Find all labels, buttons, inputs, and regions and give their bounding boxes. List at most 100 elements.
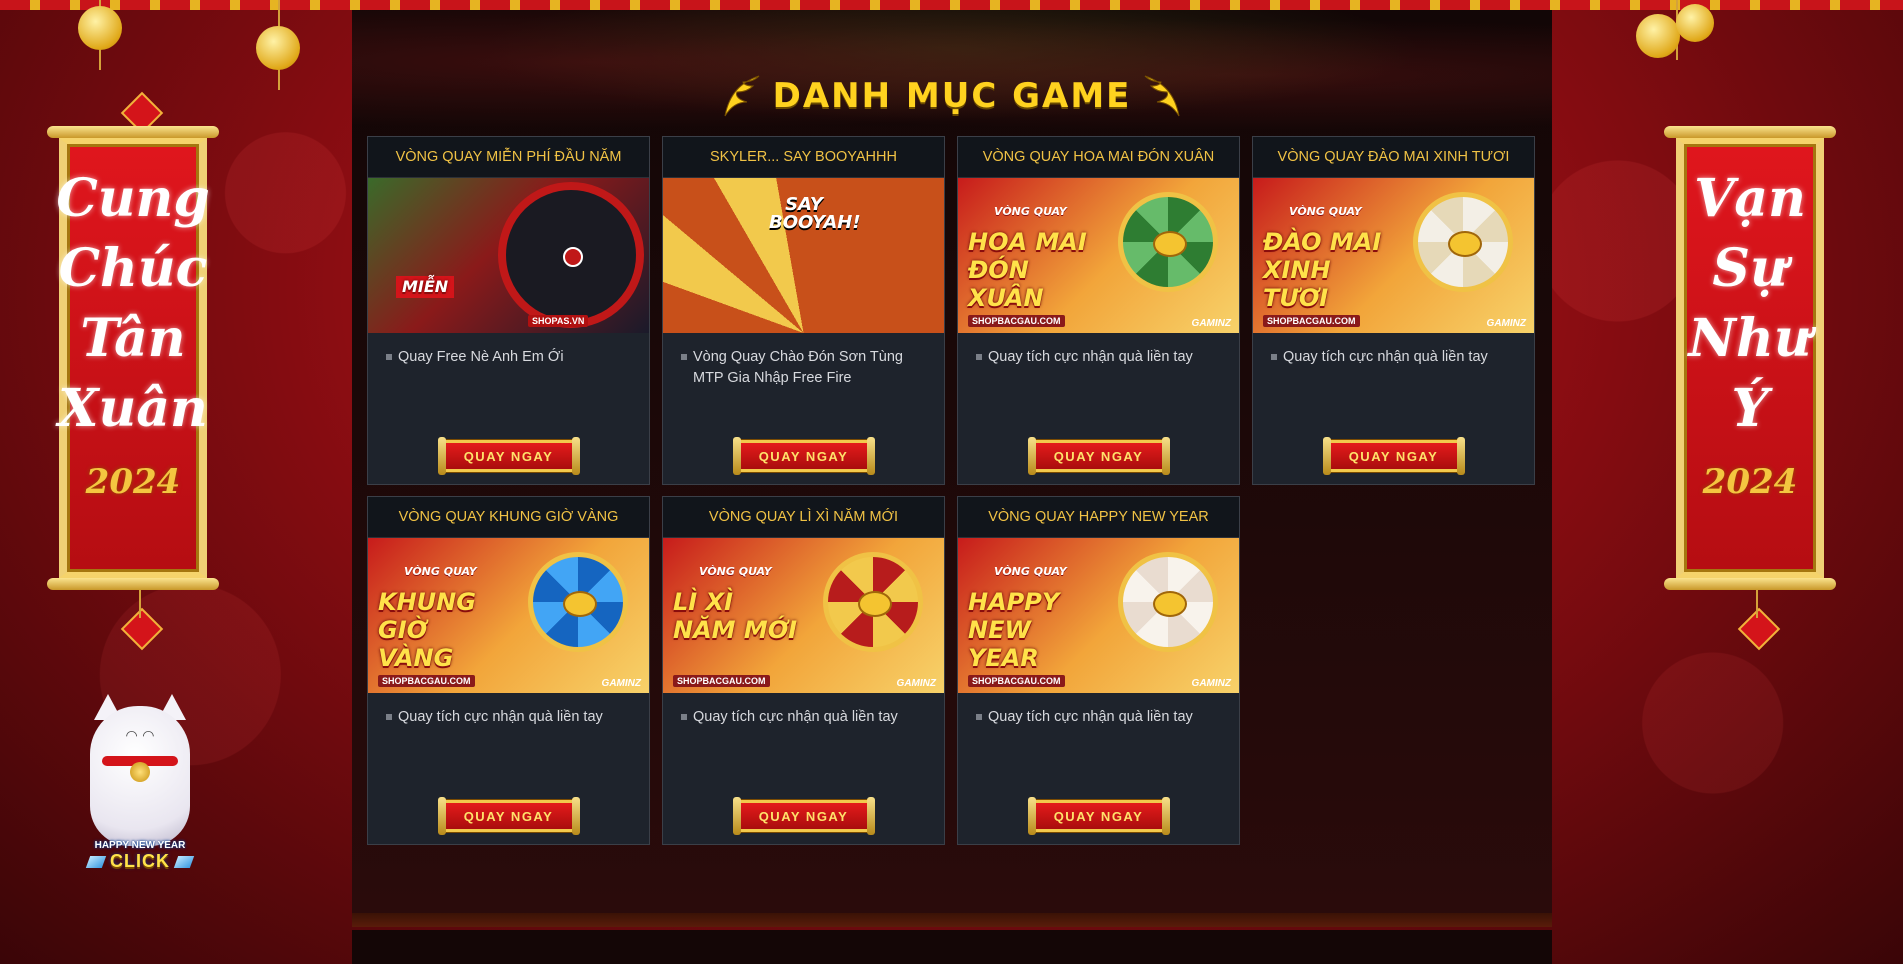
lantern-icon: [78, 6, 122, 50]
art-domain: SHOPBACGAU.COM: [378, 675, 475, 687]
wheel-icon: [1118, 192, 1218, 292]
banner-line: Như: [1688, 308, 1812, 369]
art-main-text: HAPPY NEW YEAR: [968, 588, 1060, 672]
banner-year: 2024: [1702, 462, 1798, 502]
art-domain: SHOPBACGAU.COM: [968, 675, 1065, 687]
card-title: VÒNG QUAY HAPPY NEW YEAR: [958, 497, 1239, 538]
spin-now-button[interactable]: QUAY NGAY: [437, 797, 580, 835]
banner-line: Vạn: [1694, 168, 1806, 229]
wheel-hub: [1153, 231, 1187, 257]
wheel-icon: [1118, 552, 1218, 652]
cat-caption-small: HAPPY NEW YEAR: [94, 840, 186, 851]
banner-line: Tân: [80, 308, 186, 369]
section-title: DANH MỤC GAME: [352, 72, 1552, 120]
wheel-icon: [1413, 192, 1513, 292]
art-domain: SHOPAS.VN: [528, 315, 589, 327]
art-main-text: LÌ XÌ NĂM MỚI: [673, 588, 798, 644]
left-greeting-banner: Cung Chúc Tân Xuân 2024: [47, 126, 219, 590]
banner-line: Xuân: [58, 378, 208, 439]
art-top-text: VÒNG QUAY: [699, 565, 772, 578]
banner-line: Cung: [56, 168, 210, 229]
art-domain: SHOPBACGAU.COM: [673, 675, 770, 687]
card-thumbnail[interactable]: VÒNG QUAY LÌ XÌ NĂM MỚI SHOPBACGAU.COM G…: [663, 538, 944, 693]
art-top-text: VÒNG QUAY: [994, 565, 1067, 578]
art-top-text: VÒNG QUAY: [1289, 205, 1362, 218]
art-domain: SHOPBACGAU.COM: [1263, 315, 1360, 327]
game-card[interactable]: SKYLER... SAY BOOYAHHH SAY BOOYAH! Vòng …: [662, 136, 945, 485]
banner-year: 2024: [85, 462, 181, 502]
card-description: Quay tích cực nhận quà liền tay: [976, 347, 1221, 427]
cat-face-icon: ◠ ◠: [125, 728, 155, 744]
section-title-text: DANH MỤC GAME: [772, 76, 1132, 116]
card-thumbnail[interactable]: VÒNG QUAY HAPPY NEW YEAR SHOPBACGAU.COM …: [958, 538, 1239, 693]
spin-now-button[interactable]: QUAY NGAY: [1322, 437, 1465, 475]
cat-caption-big: CLICK: [74, 851, 206, 872]
banner-rod: [1664, 578, 1836, 590]
spin-now-button[interactable]: QUAY NGAY: [1027, 797, 1170, 835]
wheel-icon: [823, 552, 923, 652]
card-title: SKYLER... SAY BOOYAHHH: [663, 137, 944, 178]
card-thumbnail[interactable]: MIỄN SHOPAS.VN: [368, 178, 649, 333]
card-title: VÒNG QUAY ĐÀO MAI XINH TƯƠI: [1253, 137, 1534, 178]
wheel-hub: [858, 591, 892, 617]
card-thumbnail[interactable]: SAY BOOYAH!: [663, 178, 944, 333]
art-brand: GAMINZ: [896, 678, 936, 689]
art-brand: GAMINZ: [1486, 318, 1526, 329]
art-top-text: VÒNG QUAY: [404, 565, 477, 578]
card-thumbnail[interactable]: VÒNG QUAY HOA MAI ĐÓN XUÂN SHOPBACGAU.CO…: [958, 178, 1239, 333]
card-description: Vòng Quay Chào Đón Sơn Tùng MTP Gia Nhập…: [681, 347, 926, 427]
spin-now-button[interactable]: QUAY NGAY: [1027, 437, 1170, 475]
banner-line: Chúc: [58, 238, 208, 299]
art-brand: GAMINZ: [601, 678, 641, 689]
lantern-icon: [1636, 14, 1680, 58]
banner-line: Sự: [1712, 238, 1788, 299]
card-description: Quay Free Nè Anh Em Ới: [386, 347, 631, 427]
banner-rod: [47, 126, 219, 138]
knot-string: [139, 590, 141, 618]
banner-rod: [1664, 126, 1836, 138]
game-card[interactable]: VÒNG QUAY HOA MAI ĐÓN XUÂN VÒNG QUAY HOA…: [957, 136, 1240, 485]
art-main-text: HOA MAI ĐÓN XUÂN: [968, 228, 1087, 312]
panel-footer-border: [352, 913, 1552, 927]
diamond-icon: [85, 856, 107, 869]
lantern-icon: [1676, 4, 1714, 42]
card-title: VÒNG QUAY HOA MAI ĐÓN XUÂN: [958, 137, 1239, 178]
art-top-text: SAY BOOYAH!: [769, 194, 861, 233]
card-description: Quay tích cực nhận quà liền tay: [1271, 347, 1516, 427]
game-card[interactable]: VÒNG QUAY MIỄN PHÍ ĐẦU NĂM MIỄN SHOPAS.V…: [367, 136, 650, 485]
art-main-text: ĐÀO MAI XINH TƯƠI: [1263, 228, 1382, 312]
banner-line: Ý: [1731, 378, 1769, 439]
card-title: VÒNG QUAY KHUNG GIỜ VÀNG: [368, 497, 649, 538]
spin-now-button[interactable]: QUAY NGAY: [437, 437, 580, 475]
game-card[interactable]: VÒNG QUAY HAPPY NEW YEAR VÒNG QUAY HAPPY…: [957, 496, 1240, 845]
diamond-icon: [173, 856, 195, 869]
next-section: [352, 930, 1552, 964]
art-main-text: MIỄN: [396, 276, 455, 298]
card-title: VÒNG QUAY LÌ XÌ NĂM MỚI: [663, 497, 944, 538]
game-card[interactable]: VÒNG QUAY LÌ XÌ NĂM MỚI VÒNG QUAY LÌ XÌ …: [662, 496, 945, 845]
wheel-icon: [498, 182, 644, 328]
game-card[interactable]: VÒNG QUAY ĐÀO MAI XINH TƯƠI VÒNG QUAY ĐÀ…: [1252, 136, 1535, 485]
card-thumbnail[interactable]: VÒNG QUAY ĐÀO MAI XINH TƯƠI SHOPBACGAU.C…: [1253, 178, 1534, 333]
click-label: CLICK: [110, 851, 170, 871]
knot-string: [1756, 590, 1758, 618]
wheel-hub: [1153, 591, 1187, 617]
card-description: Quay tích cực nhận quà liền tay: [681, 707, 926, 787]
art-brand: GAMINZ: [1191, 318, 1231, 329]
spin-now-button[interactable]: QUAY NGAY: [732, 437, 875, 475]
card-title: VÒNG QUAY MIỄN PHÍ ĐẦU NĂM: [368, 137, 649, 178]
wheel-hub: [563, 591, 597, 617]
game-category-panel: DANH MỤC GAME VÒNG QUAY MIỄN PHÍ ĐẦU NĂM…: [352, 10, 1552, 913]
card-thumbnail[interactable]: VÒNG QUAY KHUNG GIỜ VÀNG SHOPBACGAU.COM …: [368, 538, 649, 693]
lantern-icon: [256, 26, 300, 70]
right-wing-icon: [1145, 75, 1180, 117]
art-domain: SHOPBACGAU.COM: [968, 315, 1065, 327]
cat-bell-icon: [130, 762, 150, 782]
spin-now-button[interactable]: QUAY NGAY: [732, 797, 875, 835]
lucky-cat-button[interactable]: ◠ ◠ HAPPY NEW YEAR CLICK: [85, 694, 195, 874]
right-greeting-banner: Vạn Sự Như Ý 2024: [1664, 126, 1836, 590]
game-card[interactable]: VÒNG QUAY KHUNG GIỜ VÀNG VÒNG QUAY KHUNG…: [367, 496, 650, 845]
card-description: Quay tích cực nhận quà liền tay: [976, 707, 1221, 787]
art-top-text: VÒNG QUAY: [994, 205, 1067, 218]
art-brand: GAMINZ: [1191, 678, 1231, 689]
